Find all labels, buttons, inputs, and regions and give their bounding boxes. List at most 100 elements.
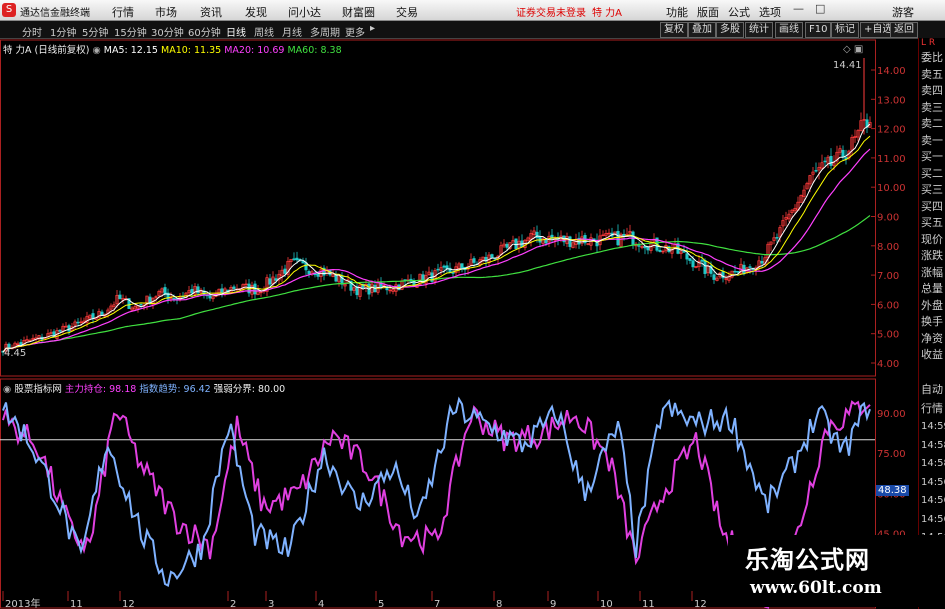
period-tab-60min[interactable]: 60分钟 — [188, 24, 221, 39]
price-axis: 14.00 13.00 12.00 11.00 10.00 9.00 8.00 7.00 6.0… — [871, 66, 906, 370]
ma10-line — [2, 135, 871, 353]
chart-title: 特 力A (日线前复权) — [3, 45, 90, 56]
menu-item-market[interactable]: 市场 — [155, 4, 177, 20]
date-tick-label: 10 — [600, 599, 613, 609]
price-tick-label: 6.00 — [877, 300, 899, 311]
candle-body — [568, 236, 572, 247]
tick-time: 14:56 — [921, 513, 945, 525]
quote-row-label: 净资 — [921, 331, 943, 345]
price-info-line: 特 力A (日线前复权) ◉ MA5: 12.15 MA10: 11.35 MA… — [3, 42, 342, 56]
candle-body — [436, 268, 440, 271]
ma20-label: MA20: 10.69 — [224, 45, 285, 56]
watermark-title: 乐淘公式网 — [745, 545, 870, 574]
period-tab-30min[interactable]: 30分钟 — [151, 24, 184, 39]
login-notice[interactable]: 证券交易未登录 — [516, 4, 586, 19]
candle-body — [616, 230, 620, 246]
menu-item-function[interactable]: 功能 — [666, 4, 688, 20]
candle-body — [472, 258, 476, 263]
date-tick-label: 11 — [70, 599, 83, 609]
quote-row-label: 涨跌 — [921, 249, 943, 262]
candle-body — [505, 243, 509, 248]
date-tick-label: 9 — [550, 599, 556, 609]
price-tick-label: 4.00 — [877, 359, 899, 370]
candle-body — [19, 342, 23, 345]
draw-line-button[interactable]: 画线 — [775, 22, 803, 38]
menu-item-quotes[interactable]: 行情 — [112, 4, 134, 20]
date-tick-label: 12 — [122, 599, 135, 609]
date-tick-label: 2013年 — [5, 597, 40, 609]
period-tab-multi[interactable]: 多周期 — [310, 24, 340, 39]
tick-time: 14:56 — [921, 495, 945, 506]
ma5-label: MA5: 12.15 — [103, 45, 158, 56]
period-tab-5min[interactable]: 5分钟 — [82, 24, 108, 39]
tick-header-label[interactable]: 行情 — [921, 401, 945, 416]
candle-body — [748, 266, 752, 268]
menu-item-trade[interactable]: 交易 — [396, 4, 418, 20]
index-trend-label: 指数趋势: 96.42 — [139, 384, 211, 395]
date-tick-label: 4 — [318, 599, 324, 609]
period-tab-daily[interactable]: 日线 — [226, 24, 246, 39]
period-tab-monthly[interactable]: 月线 — [282, 24, 302, 39]
quote-row-label: 买二 — [921, 166, 943, 180]
kline-chart[interactable]: 14.00 13.00 12.00 11.00 10.00 9.00 8.00 7.00 6.0… — [0, 38, 918, 609]
ma10-label: MA10: 11.35 — [161, 45, 222, 56]
period-tab-intraday[interactable]: 分时 — [22, 24, 42, 39]
date-axis: 2013年 11 12 2 3 4 5 7 8 9 10 11 12 — [2, 591, 707, 609]
chevron-down-icon[interactable]: ▸ — [370, 23, 375, 34]
adjust-button[interactable]: 复权 — [660, 22, 688, 38]
candle-body — [196, 286, 200, 294]
period-tab-more[interactable]: 更多 — [345, 24, 365, 39]
candle-body — [760, 261, 764, 264]
minimize-icon[interactable]: — — [793, 2, 804, 15]
candle-body — [490, 254, 494, 258]
multi-stock-button[interactable]: 多股 — [716, 22, 744, 38]
menu-item-assistant[interactable]: 问小达 — [288, 4, 321, 20]
tick-header-label[interactable]: 自动 — [921, 382, 945, 397]
period-tab-1min[interactable]: 1分钟 — [50, 24, 76, 39]
panel-toggle-markers[interactable]: L R — [921, 36, 945, 51]
candle-body — [658, 249, 662, 252]
settings-icon[interactable]: ◉ — [92, 45, 103, 56]
period-tab-weekly[interactable]: 周线 — [254, 24, 274, 39]
price-tick-label: 12.00 — [877, 125, 906, 136]
period-tab-15min[interactable]: 15分钟 — [114, 24, 147, 39]
quote-row-label: 买一 — [921, 150, 943, 163]
mark-button[interactable]: 标记 — [831, 22, 859, 38]
quote-row-label: 委比 — [921, 51, 943, 64]
back-button[interactable]: 返回 — [890, 22, 918, 38]
main-position-label: 主力持仓: 98.18 — [64, 384, 137, 395]
date-tick-label: 5 — [378, 599, 384, 609]
panel-marker-r[interactable]: R — [929, 38, 935, 48]
indicator-settings-icon[interactable]: ◉ — [3, 384, 14, 395]
panel-marker-l[interactable]: L — [921, 38, 926, 48]
user-guest[interactable]: 游客 — [892, 4, 914, 20]
candle-body — [163, 287, 167, 295]
f10-button[interactable]: F10 — [805, 22, 832, 38]
chart-settings-icon[interactable]: ◇ ▣ — [843, 44, 863, 55]
current-value-tag: 48.38 — [876, 485, 909, 496]
price-tick-label: 11.00 — [877, 154, 906, 165]
quote-row-label: 涨幅 — [921, 265, 943, 279]
candle-body — [703, 260, 707, 274]
watermark-url: www.60lt.com — [750, 578, 882, 598]
overlay-button[interactable]: 叠加 — [688, 22, 716, 38]
candle-body — [268, 278, 272, 285]
candle-body — [814, 170, 818, 172]
menu-item-options[interactable]: 选项 — [759, 4, 781, 20]
indicator-title[interactable]: 股票指标网 — [14, 384, 62, 395]
menu-item-formula[interactable]: 公式 — [728, 4, 750, 20]
stats-button[interactable]: 统计 — [745, 22, 773, 38]
chart-grid — [0, 39, 876, 609]
menu-item-discover[interactable]: 发现 — [245, 4, 267, 20]
candle-body — [691, 260, 695, 268]
menu-item-layout[interactable]: 版面 — [697, 4, 719, 20]
candle-body — [460, 263, 464, 270]
maximize-icon[interactable]: □ — [815, 2, 825, 15]
candle-body — [544, 239, 548, 244]
candle-body — [688, 258, 692, 261]
indicator-tick-label: 75.00 — [877, 449, 906, 460]
menu-item-news[interactable]: 资讯 — [200, 4, 222, 20]
indicator-axis: 90.0075.0060.0045.00 — [877, 409, 906, 541]
quote-row-label: 卖一 — [921, 133, 943, 147]
menu-item-wealth[interactable]: 财富圈 — [342, 4, 375, 20]
